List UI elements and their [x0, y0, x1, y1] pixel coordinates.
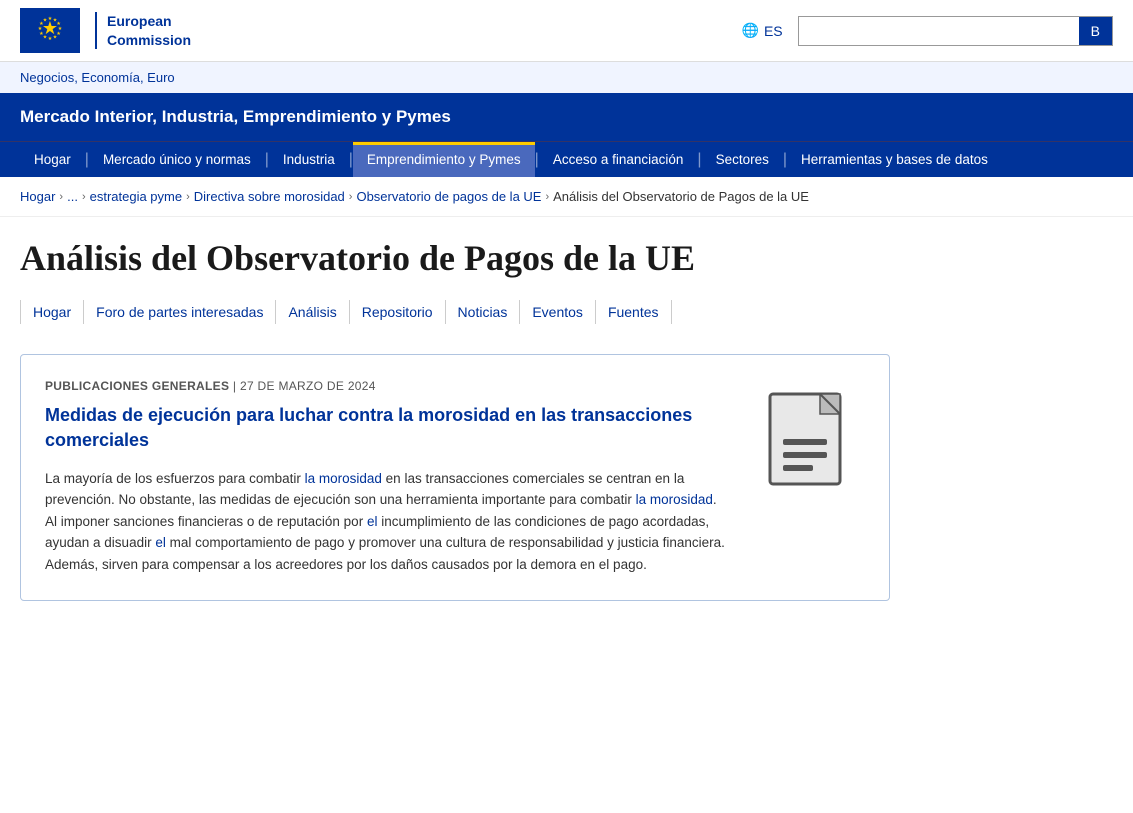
highlight-la-morosidad: la morosidad [636, 492, 713, 507]
breadcrumb-chevron: › [186, 191, 190, 203]
card-icon-area [755, 379, 865, 499]
card-title-link[interactable]: Medidas de ejecución para luchar contra … [45, 405, 692, 450]
page-title: Análisis del Observatorio de Pagos de la… [20, 237, 1080, 280]
breadcrumb-observatorio[interactable]: Observatorio de pagos de la UE [356, 189, 541, 204]
nav-item-mercado[interactable]: Mercado único y normas [89, 142, 265, 177]
card-title[interactable]: Medidas de ejecución para luchar contra … [45, 403, 725, 453]
search-button[interactable]: B [1079, 17, 1112, 45]
logo-area: ★ ★ ★ ★ ★ ★ ★ ★ ★ ★ ★ ★ ★ European Commi [20, 8, 191, 53]
breadcrumb-current: Análisis del Observatorio de Pagos de la… [553, 189, 809, 204]
search-input[interactable] [799, 17, 1079, 45]
subnav-noticias[interactable]: Noticias [446, 300, 521, 324]
globe-icon: 🌐 [742, 22, 759, 39]
subnav-repositorio[interactable]: Repositorio [350, 300, 446, 324]
breadcrumb-chevron: › [545, 191, 549, 203]
card-text-area: PUBLICACIONES GENERALES | 27 de marzo de… [45, 379, 725, 575]
svg-text:★: ★ [48, 36, 53, 42]
nav-item-herramientas[interactable]: Herramientas y bases de datos [787, 142, 1002, 177]
card-body: La mayoría de los esfuerzos para combati… [45, 468, 725, 576]
nav-item-acceso[interactable]: Acceso a financiación [539, 142, 698, 177]
eu-flag-icon: ★ ★ ★ ★ ★ ★ ★ ★ ★ ★ ★ ★ ★ [20, 8, 80, 53]
subnav-hogar[interactable]: Hogar [20, 300, 84, 324]
card-meta: PUBLICACIONES GENERALES | 27 de marzo de… [45, 379, 725, 393]
sub-navigation: Hogar Foro de partes interesadas Análisi… [20, 300, 1080, 324]
document-icon [765, 389, 855, 499]
site-title-bar: Mercado Interior, Industria, Emprendimie… [0, 93, 1133, 141]
breadcrumb-chevron: › [349, 191, 353, 203]
subnav-eventos[interactable]: Eventos [520, 300, 596, 324]
card-date: 27 de marzo de 2024 [240, 379, 376, 393]
site-header: ★ ★ ★ ★ ★ ★ ★ ★ ★ ★ ★ ★ ★ European Commi [0, 0, 1133, 62]
subnav-analisis[interactable]: Análisis [276, 300, 349, 324]
card-category: PUBLICACIONES GENERALES [45, 379, 229, 393]
nav-item-industria[interactable]: Industria [269, 142, 349, 177]
search-bar: B [798, 16, 1113, 46]
nav-item-sectores[interactable]: Sectores [702, 142, 783, 177]
highlight-morosidad: la morosidad [305, 471, 382, 486]
content-card: PUBLICACIONES GENERALES | 27 de marzo de… [20, 354, 890, 600]
highlight-el2: el [155, 535, 166, 550]
breadcrumb-estrategia[interactable]: estrategia pyme [90, 189, 183, 204]
breadcrumb: Hogar › ... › estrategia pyme › Directiv… [0, 177, 1133, 217]
topic-link[interactable]: Negocios, Economía, Euro [20, 70, 175, 85]
nav-item-hogar[interactable]: Hogar [20, 142, 85, 177]
nav-item-emprendimiento[interactable]: Emprendimiento y Pymes [353, 142, 535, 177]
breadcrumb-chevron: › [82, 191, 86, 203]
subnav-foro[interactable]: Foro de partes interesadas [84, 300, 276, 324]
svg-text:★: ★ [53, 35, 58, 41]
breadcrumb-directiva[interactable]: Directiva sobre morosidad [194, 189, 345, 204]
card-meta-separator: | [233, 379, 236, 393]
subnav-fuentes[interactable]: Fuentes [596, 300, 672, 324]
svg-text:★: ★ [43, 17, 48, 23]
highlight-el: el [367, 514, 378, 529]
header-right: 🌐 ES B [742, 16, 1113, 46]
breadcrumb-dots[interactable]: ... [67, 189, 78, 204]
site-title: Mercado Interior, Industria, Emprendimie… [20, 107, 451, 126]
language-selector[interactable]: 🌐 ES [742, 22, 783, 39]
breadcrumb-hogar[interactable]: Hogar [20, 189, 55, 204]
breadcrumb-chevron: › [59, 191, 63, 203]
page-content: Análisis del Observatorio de Pagos de la… [0, 217, 1100, 641]
commission-text: European Commission [95, 12, 191, 48]
main-navigation: Hogar | Mercado único y normas | Industr… [0, 141, 1133, 177]
topic-breadcrumb: Negocios, Economía, Euro [0, 62, 1133, 93]
